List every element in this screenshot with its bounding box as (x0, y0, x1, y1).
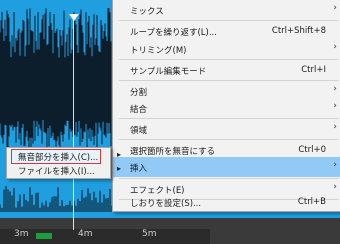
menu-item-shortcut: Ctrl+0 (298, 145, 326, 155)
chevron-right-icon: › (333, 182, 337, 192)
loop-marker[interactable] (36, 233, 52, 239)
menu-item-label: 結合 (130, 105, 148, 115)
playhead-icon[interactable] (69, 14, 79, 21)
menu-item-trimming[interactable]: トリミング(M) › (113, 39, 340, 59)
chevron-right-icon: › (333, 42, 337, 52)
menu-item-label: 挿入 (130, 164, 148, 174)
submenu-item-insert-file[interactable]: ファイルを挿入(I)... ▸ (7, 163, 121, 177)
menu-item-label: ループを繰り返す(L)... (130, 28, 217, 38)
playhead-line (73, 20, 74, 230)
menu-item-label: 分割 (130, 88, 148, 98)
menu-item-label: トリミング(M) (130, 46, 187, 56)
menu-item-shortcut: Ctrl+I (301, 65, 326, 75)
timeline-label: 5m (142, 229, 157, 239)
menu-item-set-bookmark[interactable]: しおりを設定(S)... Ctrl+B (113, 196, 340, 210)
menu-item-loop[interactable]: ループを繰り返す(L)... Ctrl+Shift+8 (113, 21, 340, 41)
timeline-label: 3m (14, 229, 29, 239)
menu-item-merge[interactable]: 結合 › (113, 98, 340, 118)
menu-item-insert[interactable]: 挿入 › (113, 157, 340, 177)
chevron-right-icon: ▸ (116, 150, 121, 159)
menu-item-shortcut: Ctrl+B (297, 197, 326, 207)
menu-item-label: サンプル編集モード (130, 67, 207, 77)
submenu-item-label: ファイルを挿入(I)... (18, 167, 95, 177)
menu-item-sample-edit-mode[interactable]: サンプル編集モード Ctrl+I (113, 60, 340, 80)
submenu-item-label: 無音部分を挿入(C)... (18, 153, 99, 163)
context-menu: ミックス › ループを繰り返す(L)... Ctrl+Shift+8 トリミング… (112, 0, 340, 212)
menu-item-label: ミックス (130, 7, 164, 17)
menu-item-label: しおりを設定(S)... (130, 199, 202, 209)
submenu-item-insert-silence[interactable]: 無音部分を挿入(C)... ▸ (7, 149, 121, 164)
chevron-right-icon: › (333, 3, 337, 13)
menu-item-mix[interactable]: ミックス › (113, 0, 340, 20)
menu-item-label: エフェクト(E) (130, 186, 185, 196)
chevron-right-icon: › (333, 84, 337, 94)
menu-item-label: 選択箇所を無音にする (130, 147, 216, 157)
menu-item-region[interactable]: 領域 › (113, 119, 340, 139)
menu-item-shortcut: Ctrl+Shift+8 (271, 26, 326, 36)
menu-item-label: 領域 (130, 126, 148, 136)
timeline-ruler[interactable] (0, 229, 210, 244)
chevron-right-icon: › (333, 160, 337, 170)
chevron-right-icon: › (333, 101, 337, 111)
timeline-label: 4m (78, 229, 93, 239)
chevron-right-icon: ▸ (116, 164, 121, 173)
insert-submenu: 無音部分を挿入(C)... ▸ ファイルを挿入(I)... ▸ (6, 147, 121, 179)
chevron-right-icon: › (333, 122, 337, 132)
